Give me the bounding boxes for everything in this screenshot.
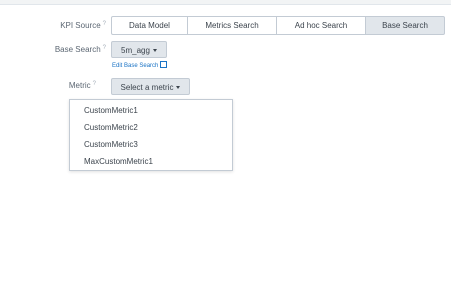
metric-option[interactable]: CustomMetric2 [70, 119, 232, 136]
metric-select-placeholder: Select a metric [120, 83, 174, 92]
kpi-source-option-data-model[interactable]: Data Model [111, 16, 188, 35]
caret-down-icon [176, 86, 181, 90]
metric-label: Metric? [16, 81, 96, 90]
kpi-source-option-metrics-search[interactable]: Metrics Search [188, 16, 277, 35]
kpi-source-label-text: KPI Source [60, 21, 101, 30]
edit-base-search-text: Edit Base Search [112, 63, 159, 69]
kpi-source-option-ad-hoc-search[interactable]: Ad hoc Search [277, 16, 366, 35]
metric-option[interactable]: CustomMetric3 [70, 136, 232, 153]
required-marker-icon: ? [92, 81, 96, 87]
required-marker-icon: ? [102, 45, 106, 51]
base-search-value: 5m_agg [121, 46, 150, 55]
base-search-label-text: Base Search [54, 45, 101, 54]
metric-option[interactable]: CustomMetric1 [70, 102, 232, 119]
metric-dropdown-menu: CustomMetric1 CustomMetric2 CustomMetric… [69, 99, 233, 171]
kpi-source-option-base-search[interactable]: Base Search [366, 16, 445, 35]
base-search-dropdown[interactable]: 5m_agg [111, 41, 167, 58]
required-marker-icon: ? [102, 21, 106, 27]
kpi-source-segmented-control: Data Model Metrics Search Ad hoc Search … [111, 16, 445, 35]
caret-down-icon [152, 49, 157, 53]
metric-option[interactable]: MaxCustomMetric1 [70, 153, 232, 170]
kpi-source-label: KPI Source? [26, 21, 106, 30]
external-link-icon [160, 61, 168, 68]
base-search-label: Base Search? [26, 45, 106, 54]
metric-label-text: Metric [68, 81, 91, 90]
edit-base-search-link[interactable]: Edit Base Search [112, 60, 168, 69]
top-divider [0, 0, 451, 5]
metric-select-button[interactable]: Select a metric [111, 78, 190, 95]
